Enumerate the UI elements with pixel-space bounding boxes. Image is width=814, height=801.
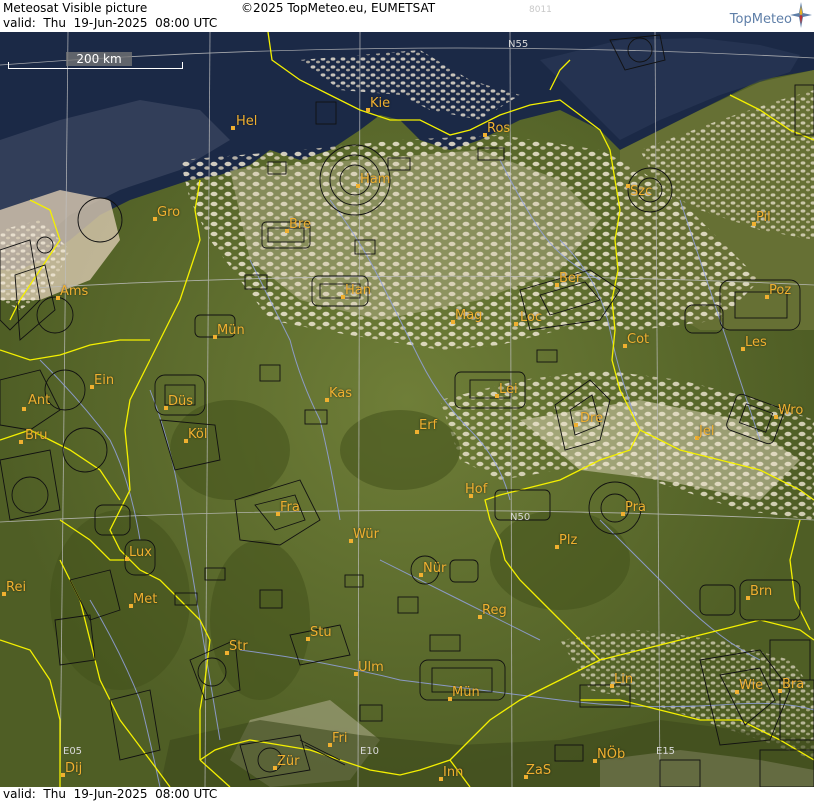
city-name: Dij — [65, 761, 83, 776]
city-name: Nür — [423, 561, 447, 576]
city-name: ZaS — [526, 763, 552, 778]
city-name: Zür — [277, 754, 300, 769]
city-name: Cot — [627, 332, 650, 347]
city-name: Wür — [353, 527, 379, 542]
city-name: Inn — [443, 765, 464, 780]
footer-bar: valid: Thu 19-Jun-2025 08:00 UTC — [0, 787, 814, 801]
city-name: Szc — [630, 184, 653, 199]
city-name: Loc — [520, 310, 543, 325]
city-name: Ein — [94, 373, 115, 388]
city-name: Mün — [217, 323, 245, 338]
city-name: Ant — [28, 393, 51, 408]
city-name: Bra — [782, 677, 805, 692]
city-name: Wie — [739, 678, 764, 693]
city-name: Hof — [465, 482, 488, 497]
satellite-map-viewer: Meteosat Visible picture ©2025 TopMeteo.… — [0, 0, 814, 801]
compass-star-icon — [790, 2, 812, 28]
city-name: Ham — [360, 172, 391, 187]
city-name: Lux — [129, 545, 152, 560]
city-name: Kie — [370, 96, 391, 111]
satellite-image — [0, 0, 814, 801]
city-name: Plz — [559, 533, 578, 548]
city-name: Lei — [499, 382, 518, 397]
city-name: Lin — [614, 672, 634, 687]
city-name: Reg — [482, 603, 507, 618]
city-name: Ros — [487, 121, 511, 136]
city-name: Stu — [310, 625, 332, 640]
scale-bar: 200 km — [8, 52, 183, 72]
city-name: Rei — [6, 580, 27, 595]
city-name: Pil — [756, 210, 771, 225]
city-name: Erf — [419, 418, 438, 433]
city-name: Gro — [157, 205, 181, 220]
city-name: Brn — [750, 584, 773, 599]
city-marker-icon — [514, 322, 518, 326]
city-name: Bre — [289, 217, 311, 232]
city-name: Hel — [236, 114, 258, 129]
grid-label-e15: E15 — [656, 746, 676, 757]
city-name: Fri — [332, 731, 348, 746]
city-name: Les — [745, 335, 767, 350]
city-name: Mün — [452, 685, 480, 700]
header-bar: Meteosat Visible picture ©2025 TopMeteo.… — [0, 0, 814, 32]
valid-time-top: valid: Thu 19-Jun-2025 08:00 UTC — [3, 16, 218, 30]
city-name: Pra — [625, 500, 646, 515]
city-name: Ams — [60, 284, 89, 299]
product-title: Meteosat Visible picture — [3, 1, 148, 15]
city-marker-icon — [231, 126, 235, 130]
city-marker-icon — [574, 423, 578, 427]
city-name: Dre — [580, 411, 604, 426]
city-name: Met — [133, 592, 158, 607]
city-name: Bru — [25, 428, 48, 443]
city-name: Str — [229, 639, 248, 654]
scale-label: 200 km — [66, 52, 132, 66]
city-name: NÖb — [597, 747, 626, 762]
city-name: Ulm — [358, 660, 384, 675]
topmeteo-logo: TopMeteo — [704, 0, 814, 32]
city-name: Kas — [329, 386, 353, 401]
city-marker-icon — [19, 440, 23, 444]
city-name: Köl — [188, 427, 208, 442]
city-name: Jel — [699, 424, 715, 439]
valid-time-bottom: valid: Thu 19-Jun-2025 08:00 UTC — [3, 787, 218, 801]
copyright: ©2025 TopMeteo.eu, EUMETSAT — [241, 1, 436, 15]
city-name: Mag — [455, 308, 483, 323]
city-name: Düs — [168, 394, 194, 409]
grid-label-e10: E10 — [360, 746, 380, 757]
city-name: Wro — [778, 403, 804, 418]
city-name: Fra — [280, 500, 300, 515]
city-name: Ber — [559, 271, 582, 286]
grid-label-e05: E05 — [63, 746, 83, 757]
grid-label-n50: N50 — [510, 512, 531, 523]
city-marker-icon — [22, 407, 26, 411]
image-code: 8011 — [529, 5, 552, 15]
city-name: Han — [345, 283, 371, 298]
city-name: Poz — [769, 283, 792, 298]
grid-label-n55: N55 — [508, 39, 529, 50]
